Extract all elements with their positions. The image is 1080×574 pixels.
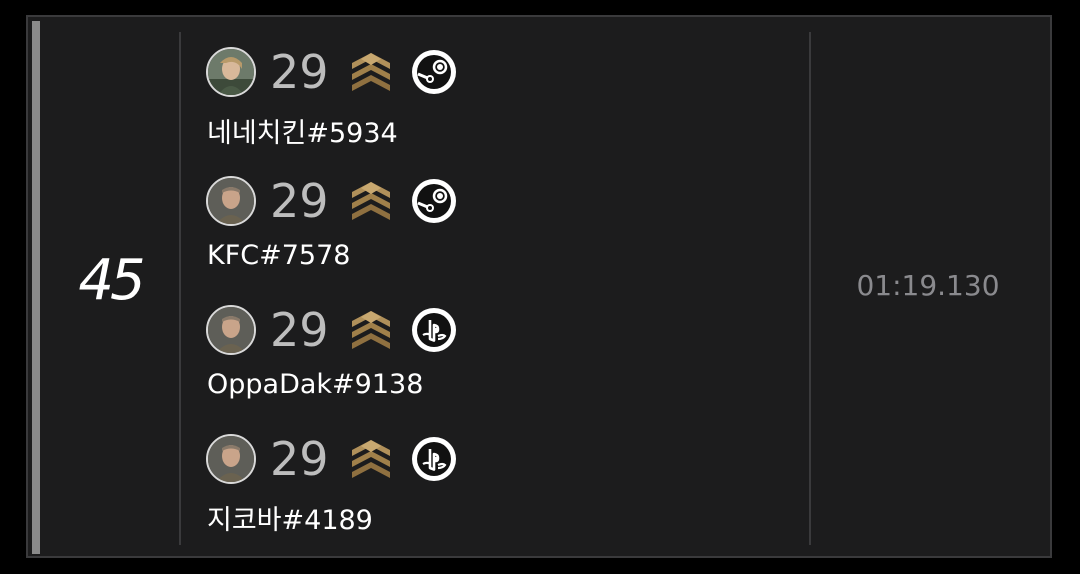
run-time: 01:19.130 — [856, 269, 1000, 302]
playstation-icon — [412, 308, 456, 352]
gold-chevron-rank-icon — [352, 53, 390, 91]
character-portrait-icon — [206, 434, 256, 484]
player-entry[interactable]: 29 OppaDak#9138 — [206, 301, 456, 430]
gold-chevron-rank-icon — [352, 311, 390, 349]
character-portrait-icon — [206, 305, 256, 355]
player-level: 29 — [270, 303, 329, 357]
playstation-icon — [412, 437, 456, 481]
steam-icon — [412, 50, 456, 94]
player-name[interactable]: KFC#7578 — [207, 240, 456, 271]
steam-icon — [412, 179, 456, 223]
player-entry[interactable]: 29 지코바#4189 — [206, 430, 456, 559]
player-entry[interactable]: 29 KFC#7578 — [206, 172, 456, 301]
player-level: 29 — [270, 45, 329, 99]
divider — [809, 32, 811, 545]
player-name[interactable]: OppaDak#9138 — [207, 369, 456, 400]
player-level: 29 — [270, 432, 329, 486]
row-accent-bar — [32, 21, 40, 554]
team-members: 29 네네치킨#5934 29 KFC#7578 29 OppaDak#9138… — [206, 43, 456, 559]
player-entry[interactable]: 29 네네치킨#5934 — [206, 43, 456, 172]
player-name[interactable]: 네네치킨#5934 — [207, 111, 456, 150]
gold-chevron-rank-icon — [352, 440, 390, 478]
divider — [179, 32, 181, 545]
rank-number: 45 — [78, 248, 145, 313]
character-portrait-icon — [206, 47, 256, 97]
player-name[interactable]: 지코바#4189 — [207, 498, 456, 537]
gold-chevron-rank-icon — [352, 182, 390, 220]
player-level: 29 — [270, 174, 329, 228]
leaderboard-row[interactable]: 45 29 네네치킨#5934 29 KFC#7578 29 OppaDak#9… — [26, 15, 1052, 558]
character-portrait-icon — [206, 176, 256, 226]
